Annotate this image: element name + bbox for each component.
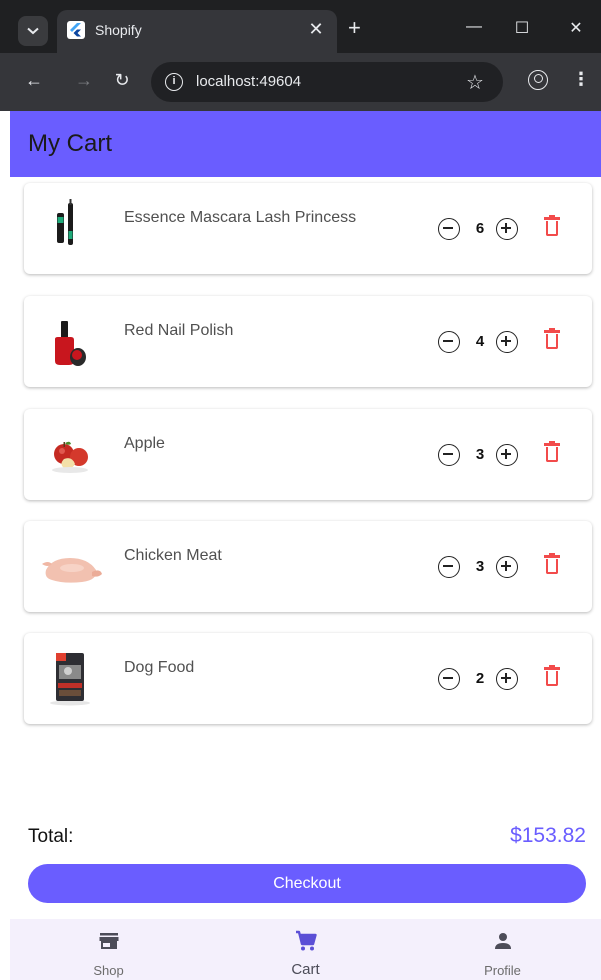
product-name: Essence Mascara Lash Princess bbox=[124, 209, 357, 226]
product-image-apple bbox=[42, 426, 100, 484]
person-icon bbox=[494, 933, 511, 949]
product-image-mascara bbox=[42, 197, 100, 255]
profile-account-icon[interactable] bbox=[528, 70, 548, 90]
tab-search-button[interactable] bbox=[18, 16, 48, 46]
product-name: Chicken Meat bbox=[124, 547, 222, 564]
maximize-icon[interactable]: ☐ bbox=[510, 18, 534, 38]
add-circle-icon[interactable] bbox=[496, 556, 518, 578]
quantity-value: 3 bbox=[475, 446, 485, 463]
cart-item: Dog Food 2 bbox=[24, 633, 592, 724]
app-bar: My Cart bbox=[10, 111, 601, 177]
quantity-stepper: 6 bbox=[438, 218, 528, 240]
browser-toolbar: ← → ↻ i localhost:49604 ☆ ⋮ bbox=[0, 53, 601, 111]
nav-label: Cart bbox=[291, 961, 320, 978]
nav-item-shop[interactable]: Shop bbox=[10, 919, 207, 980]
more-menu-icon[interactable]: ⋮ bbox=[572, 69, 590, 90]
total-value: $153.82 bbox=[510, 824, 586, 847]
forward-arrow-icon[interactable]: → bbox=[72, 70, 96, 91]
product-image-nail-polish bbox=[42, 313, 100, 371]
cart-item: Red Nail Polish 4 bbox=[24, 296, 592, 387]
checkout-button[interactable]: Checkout bbox=[28, 864, 586, 903]
bottom-navigation: Shop Cart Profile bbox=[10, 919, 601, 980]
quantity-value: 3 bbox=[475, 558, 485, 575]
add-circle-icon[interactable] bbox=[496, 331, 518, 353]
quantity-stepper: 2 bbox=[438, 668, 528, 690]
url-text[interactable]: localhost:49604 bbox=[196, 73, 301, 90]
tab-title: Shopify bbox=[95, 22, 142, 38]
window-close-icon[interactable]: ✕ bbox=[564, 18, 588, 38]
delete-icon[interactable] bbox=[544, 665, 560, 687]
cart-item: Chicken Meat 3 bbox=[24, 521, 592, 612]
remove-circle-icon[interactable] bbox=[438, 218, 460, 240]
nav-label: Shop bbox=[93, 963, 124, 978]
browser-tabstrip: Shopify ✕ + — ☐ ✕ bbox=[0, 0, 601, 53]
nav-label: Profile bbox=[484, 963, 521, 978]
info-icon[interactable]: i bbox=[165, 73, 183, 91]
remove-circle-icon[interactable] bbox=[438, 444, 460, 466]
product-name: Apple bbox=[124, 435, 165, 452]
delete-icon[interactable] bbox=[544, 215, 560, 237]
back-arrow-icon[interactable]: ← bbox=[22, 70, 46, 91]
address-bar[interactable]: i localhost:49604 ☆ bbox=[151, 62, 503, 102]
add-circle-icon[interactable] bbox=[496, 218, 518, 240]
cart-item: Apple 3 bbox=[24, 409, 592, 500]
chevron-down-icon bbox=[27, 27, 39, 35]
new-tab-icon[interactable]: + bbox=[348, 17, 361, 39]
product-name: Dog Food bbox=[124, 659, 195, 676]
product-image-dog-food bbox=[42, 649, 100, 707]
minimize-icon[interactable]: — bbox=[462, 18, 486, 36]
add-circle-icon[interactable] bbox=[496, 444, 518, 466]
quantity-value: 6 bbox=[475, 220, 485, 237]
quantity-value: 2 bbox=[475, 670, 485, 687]
product-image-chicken bbox=[38, 538, 104, 596]
cart-icon bbox=[295, 930, 317, 951]
reload-icon[interactable]: ↻ bbox=[110, 70, 134, 91]
add-circle-icon[interactable] bbox=[496, 668, 518, 690]
delete-icon[interactable] bbox=[544, 441, 560, 463]
total-label: Total: bbox=[28, 826, 74, 847]
cart-item: Essence Mascara Lash Princess 6 bbox=[24, 183, 592, 274]
browser-tab[interactable]: Shopify ✕ bbox=[57, 10, 337, 53]
quantity-stepper: 3 bbox=[438, 444, 528, 466]
quantity-stepper: 3 bbox=[438, 556, 528, 578]
remove-circle-icon[interactable] bbox=[438, 556, 460, 578]
quantity-stepper: 4 bbox=[438, 331, 528, 353]
bookmark-star-icon[interactable]: ☆ bbox=[466, 70, 484, 95]
product-name: Red Nail Polish bbox=[124, 322, 234, 339]
flutter-icon bbox=[67, 21, 85, 39]
nav-item-profile[interactable]: Profile bbox=[404, 919, 601, 980]
tab-close-icon[interactable]: ✕ bbox=[305, 18, 327, 40]
remove-circle-icon[interactable] bbox=[438, 668, 460, 690]
delete-icon[interactable] bbox=[544, 553, 560, 575]
store-icon bbox=[99, 933, 118, 949]
nav-item-cart[interactable]: Cart bbox=[207, 919, 404, 980]
delete-icon[interactable] bbox=[544, 328, 560, 350]
quantity-value: 4 bbox=[475, 333, 485, 350]
page-title: My Cart bbox=[28, 130, 112, 157]
remove-circle-icon[interactable] bbox=[438, 331, 460, 353]
